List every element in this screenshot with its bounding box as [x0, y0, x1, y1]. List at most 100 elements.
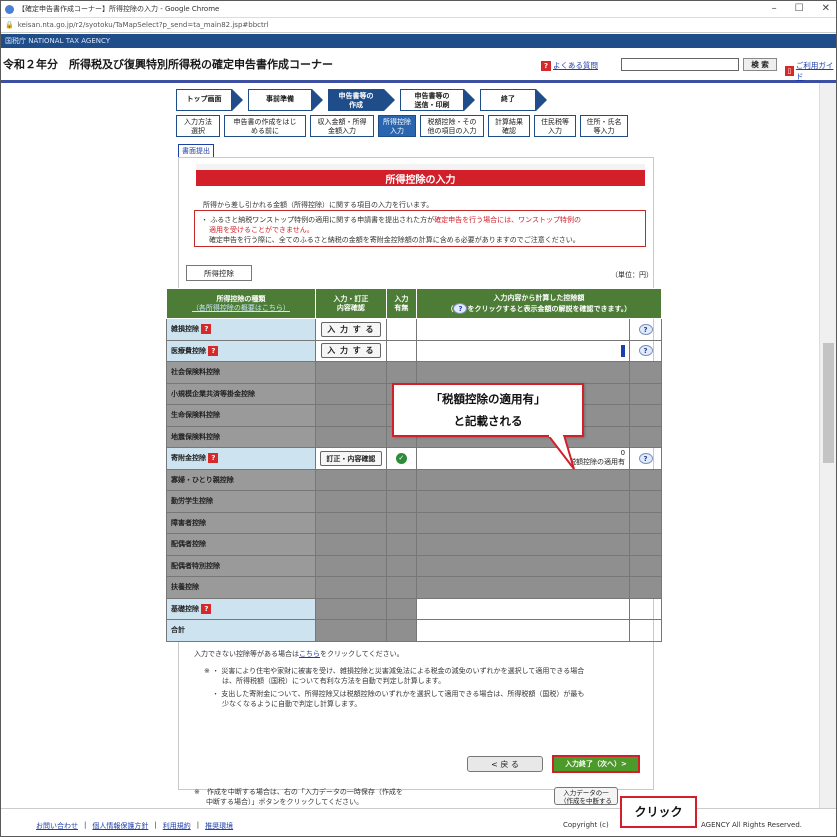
amount-cell: [415, 597, 631, 620]
input-button[interactable]: 入 力 す る: [320, 343, 381, 359]
has-cell: [385, 318, 417, 341]
search-input[interactable]: [621, 58, 739, 71]
separator: |: [196, 821, 200, 829]
explain-cell: [629, 490, 662, 513]
input-cell: [314, 361, 387, 384]
help-icon: ?: [453, 302, 468, 314]
input-cell: 入 力 す る: [314, 318, 387, 341]
click-annotation: クリック: [620, 796, 697, 828]
deduction-label: 扶養控除: [171, 583, 199, 592]
page-header-title: 令和２年分 所得税及び復興特別所得税の確定申告書作成コーナー: [3, 58, 333, 71]
note-prefix: 入力できない控除等がある場合は: [194, 650, 299, 658]
main-steps: トップ画面 事前準備 申告書等の 作成 申告書等の 送信・印刷 終了: [176, 89, 552, 111]
step-3: 申告書等の 送信・印刷: [400, 89, 475, 111]
notice-line2: 適用を受けることができません。: [209, 226, 314, 234]
col-input: 入力・訂正 内容確認: [314, 288, 387, 319]
site-header: 令和２年分 所得税及び復興特別所得税の確定申告書作成コーナー ? よくある質問 …: [1, 48, 836, 83]
callout-line2: と記載される: [453, 414, 523, 428]
amount-cell: [415, 361, 631, 384]
footer-links: お問い合わせ | 個人情報保護方針 | 利用規約 | 推奨環境: [36, 821, 233, 831]
input-button[interactable]: 入 力 す る: [320, 321, 381, 337]
footer-link[interactable]: お問い合わせ: [36, 821, 78, 831]
step-1: 事前準備: [248, 89, 323, 111]
footer-link[interactable]: 利用規約: [163, 821, 191, 831]
address-bar[interactable]: 🔒 keisan.nta.go.jp/r2/syotoku/TaMapSelec…: [1, 18, 836, 33]
explain-icon[interactable]: ?: [638, 452, 653, 464]
copyright-tail: AGENCY All Rights Reserved.: [701, 821, 803, 829]
amount-cell: [415, 554, 631, 577]
note-suffix: をクリックしてください。: [320, 650, 404, 658]
has-cell: ✓: [385, 447, 417, 470]
edit-button[interactable]: 訂正・内容確認: [319, 450, 382, 466]
col-kind: 所得控除の種類 （各所得控除の概要はこちら）: [166, 288, 316, 319]
scrollbar-thumb[interactable]: [823, 343, 834, 463]
scrollbar[interactable]: [819, 83, 836, 808]
help-icon[interactable]: ?: [201, 603, 212, 614]
annotation-callout: 「税額控除の適用有」 と記載される: [392, 383, 584, 437]
cursor-marker: [621, 344, 626, 357]
next-button[interactable]: 入力終了（次へ）>: [552, 755, 640, 773]
footer-link[interactable]: 推奨環境: [205, 821, 233, 831]
here-link[interactable]: こちら: [299, 650, 320, 658]
amount-cell: [415, 468, 631, 491]
table-row: 配偶者控除: [166, 533, 662, 556]
guide-link[interactable]: ▯ ご利用ガイド: [785, 60, 836, 82]
footer-link[interactable]: 個人情報保護方針: [92, 821, 148, 831]
close-button[interactable]: ✕: [822, 3, 830, 14]
explain-cell: [629, 468, 662, 491]
window-titlebar: 【確定申告書作成コーナー】所得控除の入力 - Google Chrome – ☐…: [1, 1, 836, 18]
deduction-label: 生命保険料控除: [171, 411, 220, 420]
col-amount-title: 入力内容から計算した控除額: [493, 293, 585, 302]
deduction-overview-link[interactable]: （各所得控除の概要はこちら）: [192, 304, 290, 312]
amount-note: 税額控除の適用有: [569, 458, 626, 467]
explain-icon[interactable]: ?: [638, 323, 653, 335]
interrupt-note: ※ 作成を中断する場合は、右の「入力データの一時保存（作成を 中断する場合）」ボ…: [194, 787, 403, 807]
back-button[interactable]: < 戻 る: [467, 756, 543, 772]
col-amount: 入力内容から計算した控除額 （? をクリックすると表示金額の解説を確認できます。）: [415, 288, 663, 319]
input-cell: 訂正・内容確認: [314, 447, 387, 470]
table-row: 雑損控除 ? 入 力 す る?: [166, 318, 662, 341]
notice-line1b: 確定申告を行う場合には、ワンストップ特例の: [434, 216, 581, 224]
table-row: 社会保険料控除: [166, 361, 662, 384]
deduction-label: 障害者控除: [171, 518, 206, 527]
book-icon: ▯: [785, 66, 794, 76]
faq-link[interactable]: ? よくある質問: [541, 60, 598, 71]
input-cell: [314, 404, 387, 427]
deduction-label: 勤労学生控除: [171, 497, 213, 506]
tab-income-deduction[interactable]: 所得控除: [186, 265, 252, 281]
explain-cell: [629, 533, 662, 556]
note-line: ・ 支出した寄附金について、所得控除又は税額控除のいずれかを選択して適用できる場…: [212, 690, 585, 698]
table-row: 勤労学生控除: [166, 490, 662, 513]
table-row: 医療費控除 ? 入 力 す る?: [166, 339, 662, 362]
help-icon[interactable]: ?: [201, 324, 212, 335]
explain-cell: ?: [629, 318, 662, 341]
question-icon: ?: [541, 60, 551, 71]
col-kind-label: 所得控除の種類: [216, 294, 266, 303]
explain-cell: [629, 404, 662, 427]
deduction-label: 合計: [171, 626, 185, 635]
help-icon[interactable]: ?: [208, 345, 219, 356]
paper-submit-link[interactable]: 書面提出: [178, 144, 214, 158]
help-icon[interactable]: ?: [208, 453, 219, 464]
deduction-label: 基礎控除: [171, 604, 199, 613]
explain-icon[interactable]: ?: [638, 345, 653, 357]
explain-cell: [629, 554, 662, 577]
deduction-name: 雑損控除 ?: [166, 318, 316, 341]
has-cell: [385, 597, 417, 620]
page-title: 所得控除の入力: [196, 164, 645, 186]
explain-cell: ?: [629, 339, 662, 362]
has-cell: [385, 533, 417, 556]
has-cell: [385, 511, 417, 534]
agency-bar: 国税庁 NATIONAL TAX AGENCY: [1, 34, 836, 48]
table-row: 合計: [166, 619, 662, 642]
maximize-button[interactable]: ☐: [795, 3, 804, 14]
search-button[interactable]: 検 索: [743, 58, 777, 71]
input-cell: 入 力 す る: [314, 339, 387, 362]
save-draft-button[interactable]: 入力データの一 （作成を中断する: [554, 787, 618, 805]
table-row: 寡婦・ひとり親控除: [166, 468, 662, 491]
deduction-name: 生命保険料控除: [166, 404, 316, 427]
amount-cell: [415, 511, 631, 534]
col-amount-hint: （? をクリックすると表示金額の解説を確認できます。）: [446, 302, 632, 314]
minimize-button[interactable]: –: [772, 3, 777, 14]
deduction-label: 配偶者控除: [171, 540, 206, 549]
